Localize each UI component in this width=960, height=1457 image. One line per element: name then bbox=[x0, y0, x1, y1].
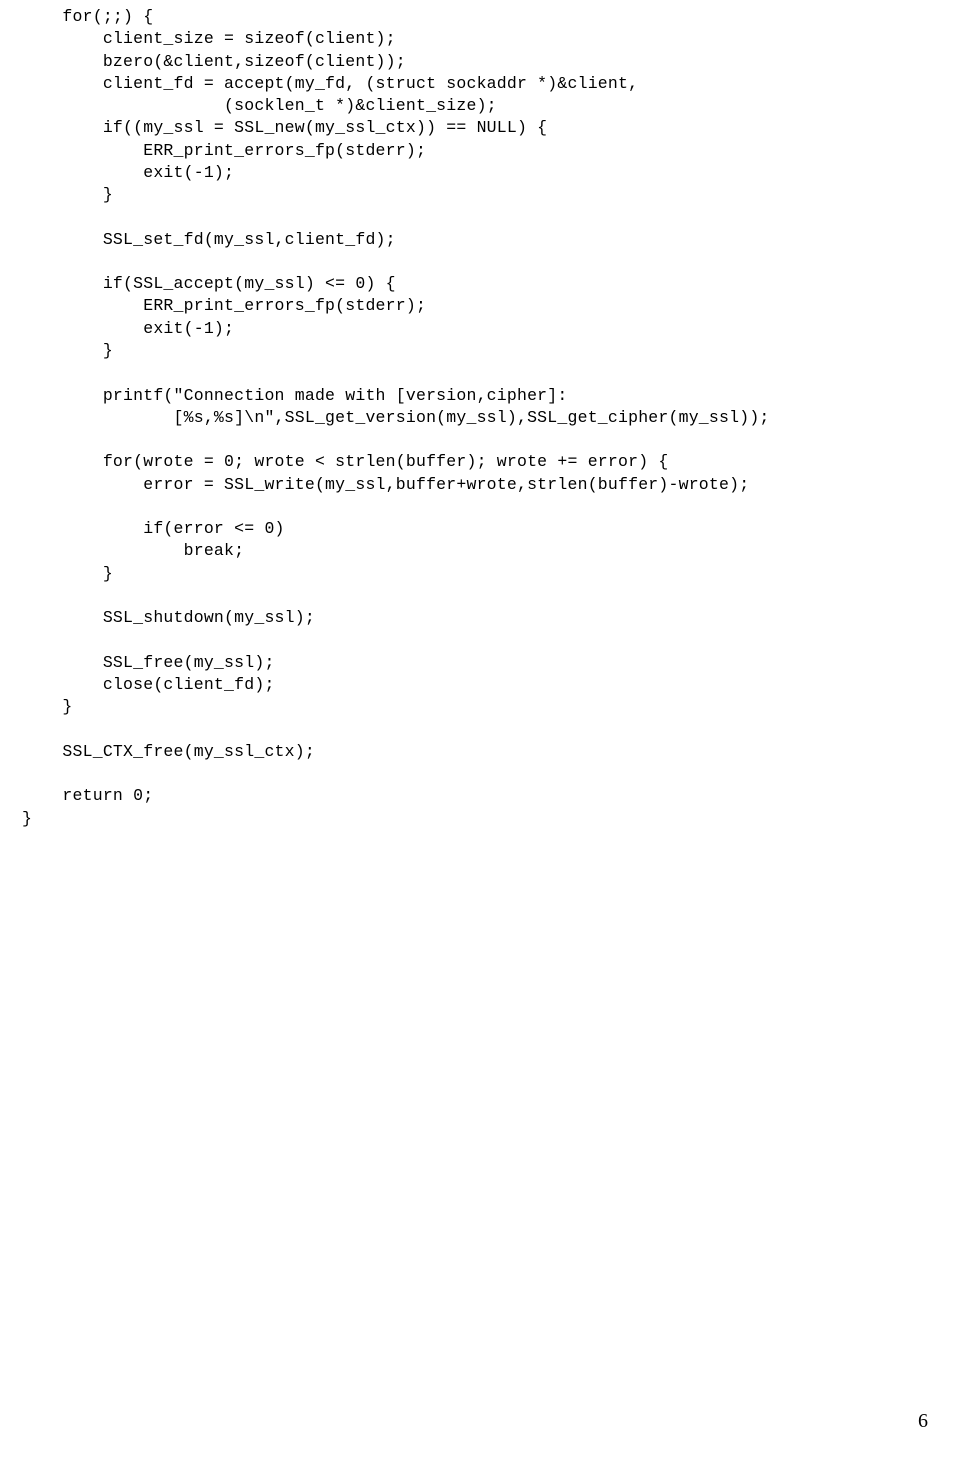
code-listing: for(;;) { client_size = sizeof(client); … bbox=[0, 0, 960, 830]
page-number: 6 bbox=[918, 1408, 928, 1435]
